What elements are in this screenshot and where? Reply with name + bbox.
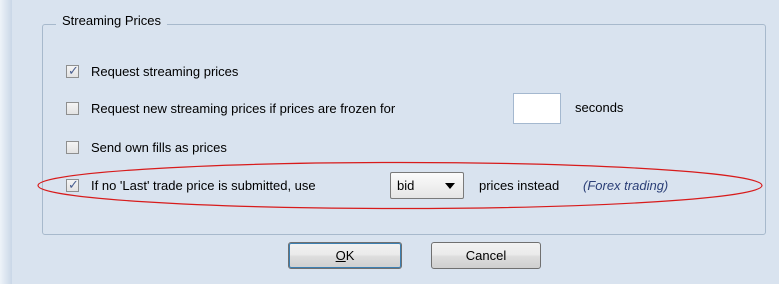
cancel-button[interactable]: Cancel: [431, 242, 541, 269]
request-new-prices-row: Request new streaming prices if prices a…: [66, 101, 395, 116]
frozen-seconds-input[interactable]: [513, 93, 561, 124]
request-streaming-row: Request streaming prices: [66, 63, 239, 79]
request-new-prices-label: Request new streaming prices if prices a…: [91, 101, 396, 116]
ok-mnemonic: O: [335, 248, 346, 263]
price-type-select[interactable]: bid: [390, 172, 464, 199]
groupbox-title: Streaming Prices: [56, 13, 167, 28]
dropdown-arrow-icon[interactable]: [445, 182, 455, 189]
request-new-prices-checkbox[interactable]: [66, 102, 79, 115]
ok-label-rest: K: [345, 248, 355, 263]
seconds-label: seconds: [575, 100, 624, 115]
no-last-price-label: If no 'Last' trade price is submitted, u…: [91, 178, 316, 193]
dialog-content: Streaming Prices Request streaming price…: [12, 0, 779, 284]
dialog-window: Streaming Prices Request streaming price…: [0, 0, 779, 284]
send-own-fills-row: Send own fills as prices: [66, 140, 227, 155]
request-streaming-checkbox[interactable]: [66, 63, 79, 79]
no-last-price-row: If no 'Last' trade price is submitted, u…: [66, 177, 316, 193]
streaming-prices-groupbox: [42, 24, 766, 235]
forex-trading-note: (Forex trading): [583, 178, 669, 193]
prices-instead-label: prices instead: [479, 178, 560, 193]
request-streaming-label: Request streaming prices: [91, 64, 239, 79]
price-type-value: bid: [397, 178, 415, 193]
send-own-fills-checkbox[interactable]: [66, 141, 79, 154]
ok-button[interactable]: OK: [288, 242, 402, 269]
no-last-price-checkbox[interactable]: [66, 177, 79, 193]
send-own-fills-label: Send own fills as prices: [91, 140, 227, 155]
